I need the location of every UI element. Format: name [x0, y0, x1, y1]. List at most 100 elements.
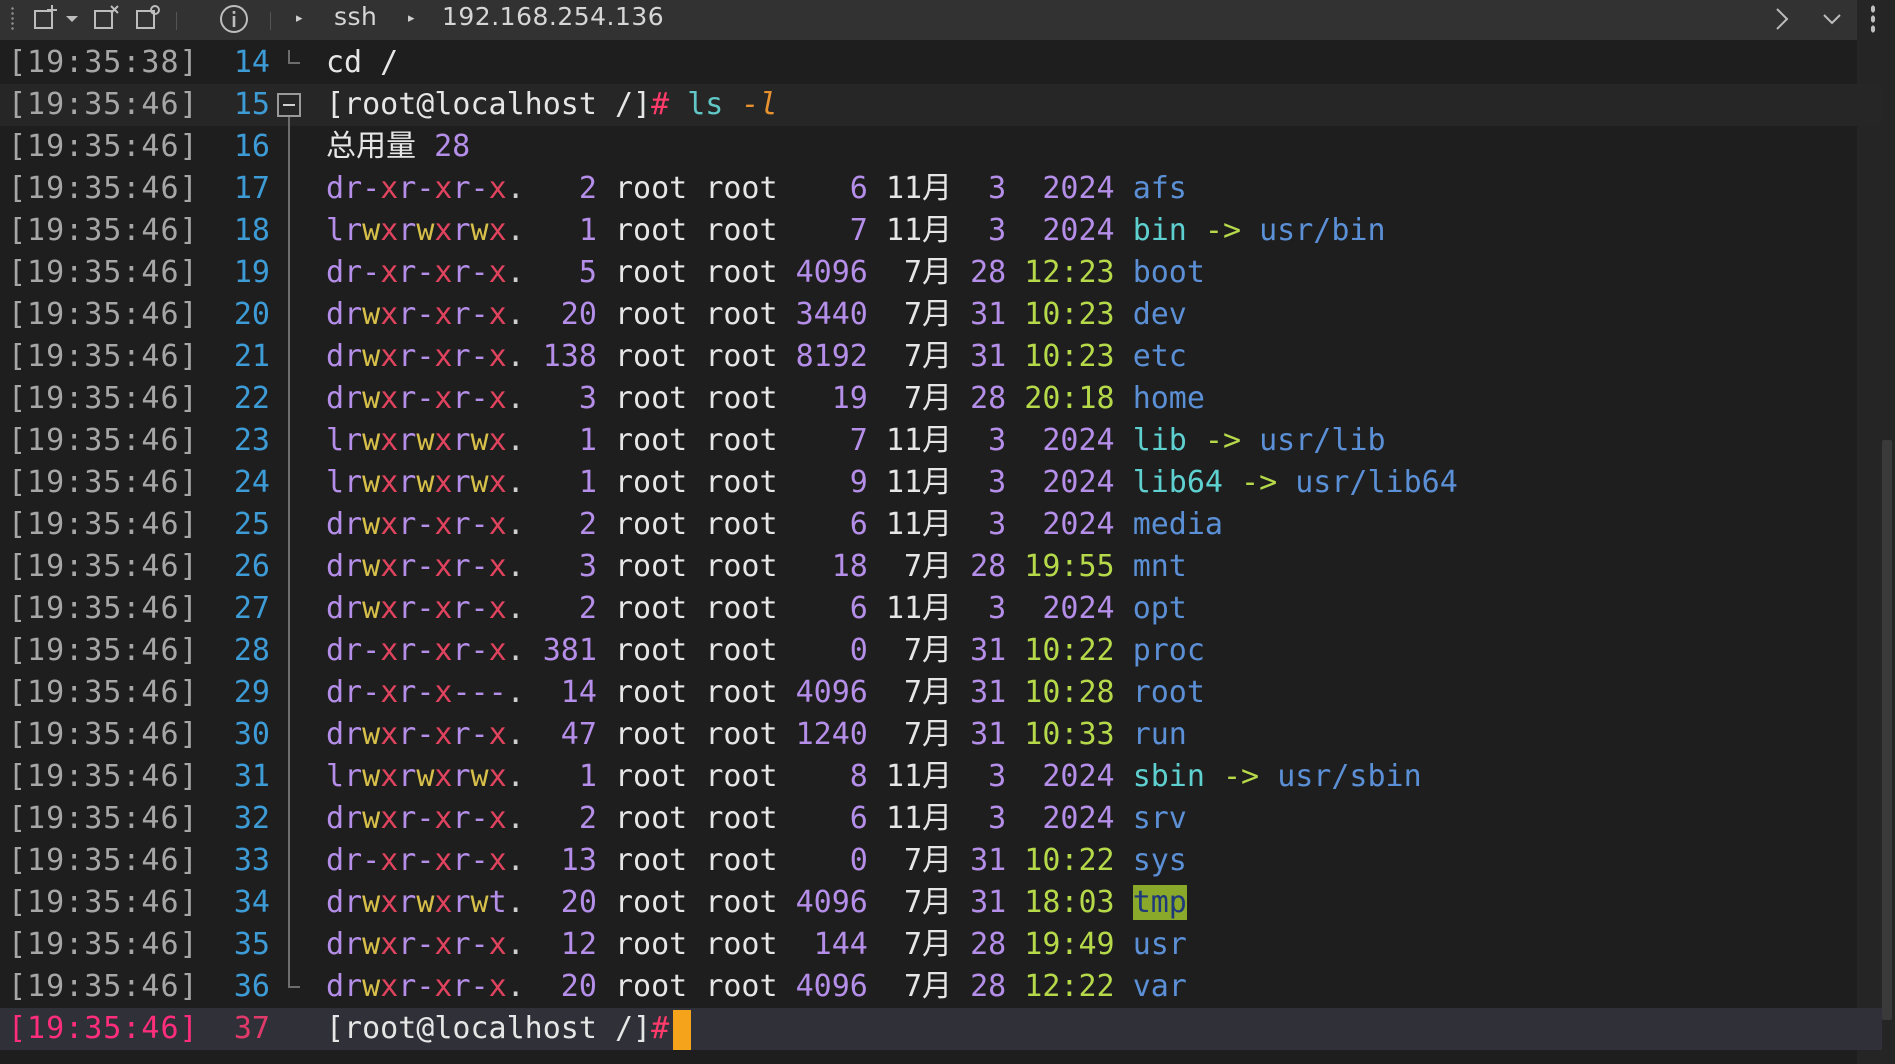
- link-count: 3: [524, 381, 597, 416]
- terminal-line: [19:35:46] 31 lrwxrwxrwx. 1 root root 8 11…: [0, 756, 1882, 798]
- more-options-icon[interactable]: [1870, 4, 1876, 34]
- file-name: mnt: [1132, 549, 1187, 584]
- month: 11月: [885, 171, 953, 206]
- time-or-year: 2024: [1006, 801, 1115, 836]
- timestamp: [19:35:46]: [8, 255, 199, 290]
- shell-prompt: [root@localhost /]: [326, 87, 652, 122]
- line-number: 18: [233, 213, 270, 248]
- day: 28: [952, 381, 1007, 416]
- link-count: 2: [524, 171, 597, 206]
- fold-gutter: [278, 252, 308, 294]
- detach-icon[interactable]: [90, 4, 122, 34]
- group: root: [705, 717, 778, 752]
- terminal-toolbar: ▸ ssh ▸ 192.168.254.136: [0, 0, 1857, 40]
- fold-gutter: [278, 462, 308, 504]
- time-or-year: 2024: [1006, 591, 1115, 626]
- terminal-line: [19:35:46] 15 [root@localhost /]# ls -l: [0, 84, 1882, 126]
- breadcrumb-host[interactable]: 192.168.254.136: [442, 2, 664, 31]
- terminal-line: [19:35:46] 35 drwxr-xr-x. 12 root root 144…: [0, 924, 1882, 966]
- timestamp: [19:35:46]: [8, 339, 199, 374]
- link-count: 2: [524, 591, 597, 626]
- info-icon[interactable]: [218, 3, 250, 35]
- line-content: dr-xr-xr-x. 5 root root 4096 7月 28 12:23…: [326, 252, 1205, 294]
- file-size: 6: [795, 801, 868, 836]
- chevron-down-icon[interactable]: [1816, 3, 1848, 35]
- group: root: [705, 339, 778, 374]
- month: 7月: [885, 675, 953, 710]
- month: 11月: [885, 465, 953, 500]
- file-size: 8192: [795, 339, 868, 374]
- line-number: 15: [233, 87, 270, 122]
- file-size: 8: [795, 759, 868, 794]
- time-or-year: 19:55: [1006, 549, 1115, 584]
- timestamp: [19:35:46]: [8, 507, 199, 542]
- file-name: run: [1132, 717, 1187, 752]
- owner: root: [615, 423, 688, 458]
- line-number: 24: [233, 465, 270, 500]
- timestamp: [19:35:46]: [8, 423, 199, 458]
- symlink-target: usr/bin: [1259, 213, 1386, 248]
- new-window-icon[interactable]: [132, 4, 164, 34]
- group: root: [705, 171, 778, 206]
- prompt-symbol: #: [651, 1011, 670, 1046]
- terminal-line: [19:35:46] 28 dr-xr-xr-x. 381 root root 0 …: [0, 630, 1882, 672]
- month: 7月: [885, 297, 953, 332]
- time-or-year: 10:22: [1006, 843, 1115, 878]
- day: 3: [952, 213, 1007, 248]
- group: root: [705, 381, 778, 416]
- line-number: 30: [233, 717, 270, 752]
- owner: root: [615, 675, 688, 710]
- link-count: 138: [524, 339, 597, 374]
- permissions: drwxr-xr-x.: [326, 717, 525, 752]
- file-name: lib: [1132, 423, 1187, 458]
- vertical-scrollbar[interactable]: [1882, 440, 1892, 1020]
- drag-handle-icon[interactable]: [10, 6, 16, 32]
- time-or-year: 10:22: [1006, 633, 1115, 668]
- group: root: [705, 927, 778, 962]
- file-size: 144: [795, 927, 868, 962]
- symlink-target: usr/sbin: [1277, 759, 1422, 794]
- line-content: drwxr-xr-x. 2 root root 6 11月 3 2024 med…: [326, 504, 1223, 546]
- file-size: 0: [795, 843, 868, 878]
- chevron-right-icon[interactable]: [1766, 3, 1798, 35]
- fold-gutter: [278, 546, 308, 588]
- dropdown-icon[interactable]: [62, 4, 82, 34]
- time-or-year: 2024: [1006, 171, 1115, 206]
- fold-gutter: [278, 756, 308, 798]
- owner: root: [615, 591, 688, 626]
- permissions: drwxr-xr-x.: [326, 969, 525, 1004]
- day: 3: [952, 423, 1007, 458]
- line-content: drwxr-xr-x. 138 root root 8192 7月 31 10:…: [326, 336, 1187, 378]
- month: 11月: [885, 759, 953, 794]
- fold-gutter: [278, 588, 308, 630]
- time-or-year: 2024: [1006, 213, 1115, 248]
- terminal-output[interactable]: [19:35:38] 14 cd / [19:35:46] 15 [root@localh…: [0, 42, 1882, 1050]
- terminal-line: [19:35:46] 17 dr-xr-xr-x. 2 root root 6 11…: [0, 168, 1882, 210]
- terminal-line: [19:35:46] 26 drwxr-xr-x. 3 root root 18 7…: [0, 546, 1882, 588]
- timestamp: [19:35:46]: [8, 843, 199, 878]
- month: 11月: [885, 213, 953, 248]
- permissions: dr-xr-xr-x.: [326, 171, 525, 206]
- collapse-fold-icon[interactable]: [277, 93, 301, 117]
- permissions: drwxr-xr-x.: [326, 297, 525, 332]
- new-tab-icon[interactable]: [30, 4, 62, 34]
- time-or-year: 18:03: [1006, 885, 1115, 920]
- fold-gutter: [278, 798, 308, 840]
- terminal-line: [19:35:46] 20 drwxr-xr-x. 20 root root 344…: [0, 294, 1882, 336]
- time-or-year: 2024: [1006, 759, 1115, 794]
- day: 28: [952, 549, 1007, 584]
- link-count: 12: [524, 927, 597, 962]
- timestamp: [19:35:46]: [8, 801, 199, 836]
- file-name: opt: [1132, 591, 1187, 626]
- fold-gutter: [278, 420, 308, 462]
- permissions: dr-xr-xr-x.: [326, 843, 525, 878]
- file-size: 4096: [795, 885, 868, 920]
- line-content: dr-xr-x---. 14 root root 4096 7月 31 10:2…: [326, 672, 1205, 714]
- fold-gutter: [278, 924, 308, 966]
- permissions: drwxr-xr-x.: [326, 801, 525, 836]
- day: 31: [952, 675, 1007, 710]
- file-name: proc: [1132, 633, 1205, 668]
- terminal-line: [19:35:46] 23 lrwxrwxrwx. 1 root root 7 11…: [0, 420, 1882, 462]
- group: root: [705, 213, 778, 248]
- breadcrumb-ssh[interactable]: ssh: [334, 2, 377, 31]
